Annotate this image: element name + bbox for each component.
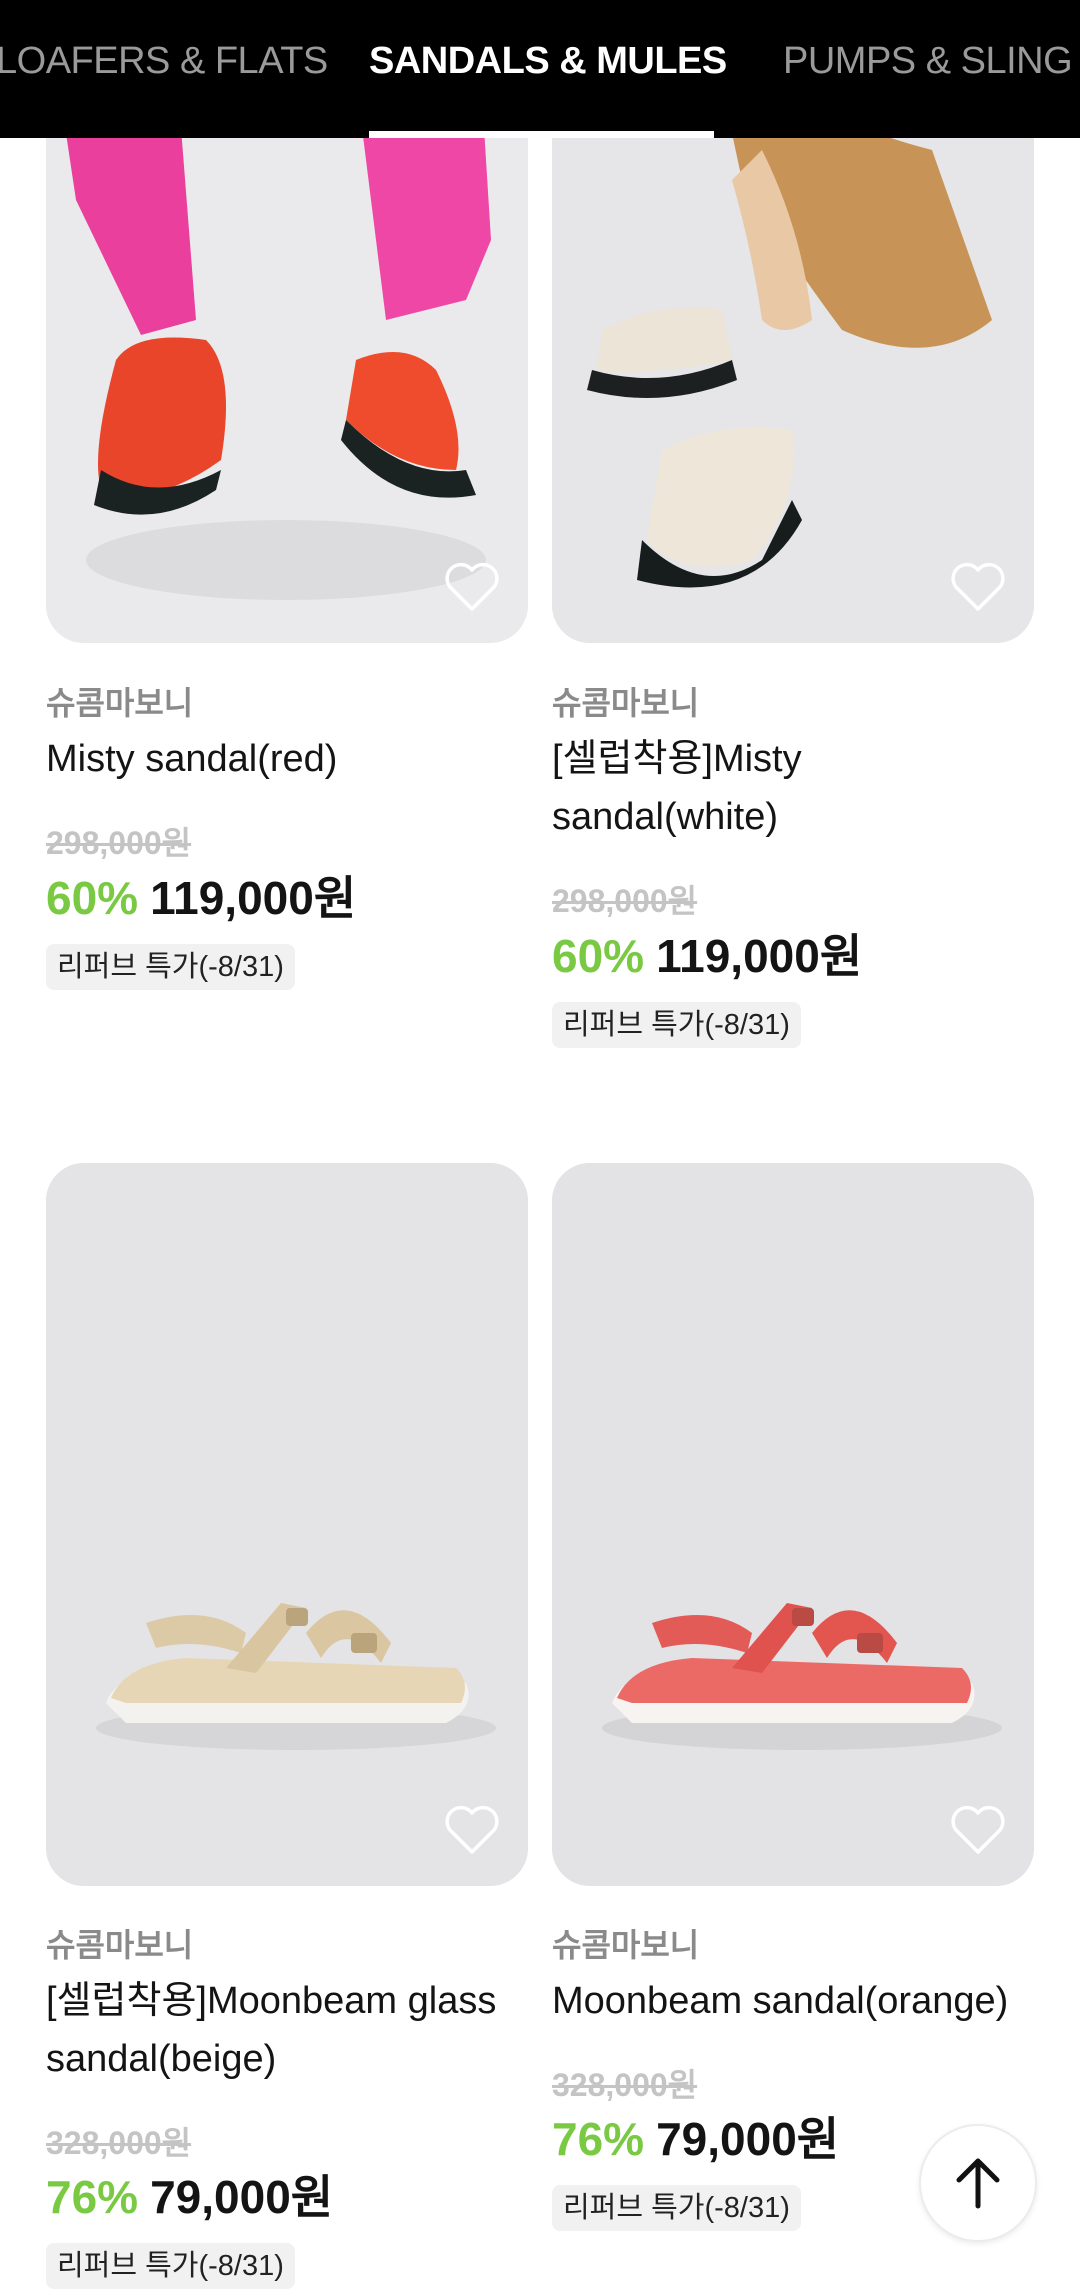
scroll-top-button[interactable] [919,2124,1037,2242]
arrow-up-icon [956,2158,1000,2209]
sale-price: 79,000원 [150,2171,334,2223]
sale-price: 119,000원 [656,930,863,982]
promo-badge: 리퍼브 특가(-8/31) [46,2243,295,2289]
product-brand: 슈콤마보니 [552,1927,700,1963]
heart-outline-icon[interactable] [444,561,500,613]
sandal-orange-photo [552,1163,1034,1886]
promo-badge: 리퍼브 특가(-8/31) [552,2185,801,2231]
product-brand: 슈콤마보니 [46,1927,194,1963]
price-line: 60% 119,000원 [552,920,862,986]
product-name[interactable]: [셀럽착용]Misty sandal(white) [552,730,1034,846]
tab-pumps-sling[interactable]: PUMPS & SLING B [783,40,1080,83]
sale-price: 79,000원 [656,2113,840,2165]
original-price: 328,000원 [552,2067,698,2103]
product-image[interactable] [46,1163,528,1886]
heart-outline-icon[interactable] [950,1804,1006,1856]
price-line: 76% 79,000원 [552,2103,839,2169]
original-price: 328,000원 [46,2125,192,2161]
price-line: 76% 79,000원 [46,2161,333,2227]
product-name[interactable]: [셀럽착용]Moonbeam glass sandal(beige) [46,1972,528,2088]
product-brand: 슈콤마보니 [552,685,700,721]
promo-badge: 리퍼브 특가(-8/31) [46,944,295,990]
original-price: 298,000원 [46,825,192,861]
sale-price: 119,000원 [150,872,357,924]
category-tab-bar: LOAFERS & FLATS SANDALS & MULES PUMPS & … [0,0,1080,138]
product-name[interactable]: Moonbeam sandal(orange) [552,1972,1034,2030]
heart-outline-icon[interactable] [950,561,1006,613]
product-brand: 슈콤마보니 [46,685,194,721]
active-tab-indicator [369,131,714,138]
promo-badge: 리퍼브 특가(-8/31) [552,1002,801,1048]
product-image[interactable] [552,1163,1034,1886]
discount-rate: 76% [552,2113,645,2165]
product-name[interactable]: Misty sandal(red) [46,730,528,788]
discount-rate: 60% [552,930,645,982]
tab-sandals-mules[interactable]: SANDALS & MULES [369,40,727,83]
discount-rate: 76% [46,2171,139,2223]
sandal-beige-photo [46,1163,528,1886]
heart-outline-icon[interactable] [444,1804,500,1856]
discount-rate: 60% [46,872,139,924]
tab-loafers-flats[interactable]: LOAFERS & FLATS [0,40,328,83]
price-line: 60% 119,000원 [46,862,356,928]
original-price: 298,000원 [552,883,698,919]
